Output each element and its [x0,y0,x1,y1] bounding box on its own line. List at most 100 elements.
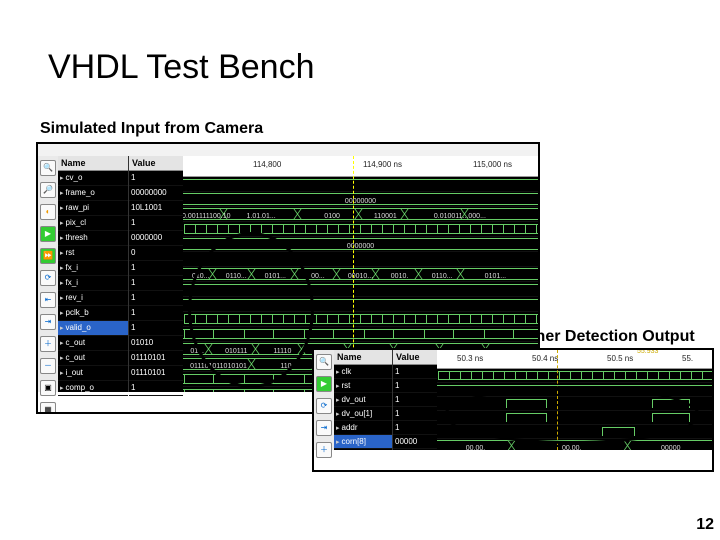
zoom-in-icon[interactable]: 🔍 [316,354,332,370]
signal-name[interactable]: fx_i [58,261,128,276]
wave-row [183,297,538,312]
next-icon[interactable]: ⇥ [316,420,332,436]
signal-name[interactable]: addr [334,421,392,435]
restart-icon[interactable]: ⟳ [316,398,332,414]
value-header: Value [129,156,183,171]
signal-name[interactable]: thresh [58,231,128,246]
signal-name[interactable]: c_out [58,351,128,366]
wave-row [183,252,538,267]
page-number: 12 [696,516,714,534]
signal-name-column: Name cv_o frame_o raw_pi pix_cl thresh r… [58,156,128,392]
ruler-tick: 55. [682,354,693,363]
signal-name[interactable]: clk [334,365,392,379]
signal-value: 1 [129,381,183,396]
signal-name[interactable]: cv_o [58,171,128,186]
cursor-time: 55.933 [637,350,658,355]
restart-icon[interactable]: ⟳ [40,270,56,286]
expand-icon[interactable]: ▦ [40,402,56,414]
run-icon[interactable]: ▶ [316,376,332,392]
signal-name[interactable]: rst [58,246,128,261]
wave-toolbar: 🔍 ▶ ⟳ ⇥ ＋ [314,350,334,450]
ruler-tick: 114,900 ns [363,160,402,169]
signal-value: 1 [129,261,183,276]
signal-value-column: Value 1 1 1 1 1 00000 [392,350,437,450]
signal-name[interactable]: raw_pi [58,201,128,216]
wave-row [183,312,538,327]
signal-value: 1 [129,291,183,306]
name-header: Name [334,350,392,365]
wave-row: 00.00. 00.00. 00000 [437,439,712,450]
signal-value: 1 [393,421,437,435]
wave-row [437,425,712,439]
signal-name[interactable]: dv_out [334,393,392,407]
wave-row: 00000000 [183,192,538,207]
signal-value: 01010 [129,336,183,351]
signal-value: 1 [129,171,183,186]
wave-row [183,222,538,237]
signal-name[interactable]: rev_i [58,291,128,306]
signal-value: 1 [393,393,437,407]
wave-row [437,411,712,425]
wave-row [437,397,712,411]
name-header: Name [58,156,128,171]
caption-input: Simulated Input from Camera [40,120,263,138]
run-icon[interactable]: ▶ [40,226,56,242]
wave-toolbar: 🔍 🔎 ◐ ▶ ⏩ ⟳ ⇤ ⇥ ＋ － ▣ ▦ [38,156,58,392]
signal-value: 01110101 [129,351,183,366]
signal-name[interactable]: i_out [58,366,128,381]
wave-row [437,369,712,383]
prev-icon[interactable]: ⇤ [40,292,56,308]
wave-row: 010... 0110... 0101... 00... 00010... 00… [183,267,538,282]
ruler-tick: 114,800 [253,160,281,169]
signal-value: 1 [129,321,183,336]
signal-value: 01110101 [129,366,183,381]
add-icon[interactable]: ＋ [316,442,332,458]
time-ruler: 114,893.633 ns 114,800 114,900 ns 115,00… [183,156,538,177]
signal-name[interactable]: c_out [58,336,128,351]
zoom-out-icon[interactable]: 🔎 [40,182,56,198]
signal-value: 1 [393,379,437,393]
wave-row: 0000000 [183,237,538,252]
wave-row: 10.001111100.10 1.01.01... 0100 110001 0… [183,207,538,222]
signal-value: 1 [393,365,437,379]
ruler-tick: 50.3 ns [457,354,483,363]
ruler-tick: 50.4 ns [532,354,558,363]
add-icon[interactable]: ＋ [40,336,56,352]
signal-value: 0000000 [129,231,183,246]
remove-icon[interactable]: － [40,358,56,374]
step-icon[interactable]: ⏩ [40,248,56,264]
signal-name[interactable]: rst [334,379,392,393]
signal-value-column: Value 1 00000000 10L1001 1 0000000 0 1 1… [128,156,183,392]
signal-name[interactable]: pclk_b [58,306,128,321]
signal-name[interactable]: frame_o [58,186,128,201]
time-ruler: 55.933 50.3 ns 50.4 ns 50.5 ns 55. [437,350,712,369]
wave-row [183,282,538,297]
slide-title: VHDL Test Bench [48,48,314,87]
waveform-viewer-output: 🔍 ▶ ⟳ ⇥ ＋ Name clk rst dv_out dv_ou[1] a… [312,348,714,472]
signal-name[interactable]: comp_o [58,381,128,396]
wave-row [183,327,538,342]
next-icon[interactable]: ⇥ [40,314,56,330]
signal-name[interactable]: pix_cl [58,216,128,231]
ruler-tick: 50.5 ns [607,354,633,363]
wave-row [437,383,712,397]
signal-value: 10L1001 [129,201,183,216]
signal-value: 1 [393,407,437,421]
signal-value: 00000 [393,435,437,449]
signal-name-column: Name clk rst dv_out dv_ou[1] addr corn[8… [334,350,392,450]
wave-row [183,177,538,192]
signal-value: 1 [129,216,183,231]
signal-value: 1 [129,306,183,321]
signal-value: 1 [129,276,183,291]
value-header: Value [393,350,437,365]
signal-name[interactable]: fx_i [58,276,128,291]
waveform-canvas[interactable]: 55.933 50.3 ns 50.4 ns 50.5 ns 55. [437,350,712,450]
cursor-icon[interactable]: ◐ [40,204,56,220]
time-cursor[interactable] [557,350,558,450]
signal-name[interactable]: corn[8] [334,435,392,449]
signal-value: 0 [129,246,183,261]
signal-name[interactable]: dv_ou[1] [334,407,392,421]
collapse-icon[interactable]: ▣ [40,380,56,396]
signal-name[interactable]: valid_o [58,321,128,336]
zoom-in-icon[interactable]: 🔍 [40,160,56,176]
